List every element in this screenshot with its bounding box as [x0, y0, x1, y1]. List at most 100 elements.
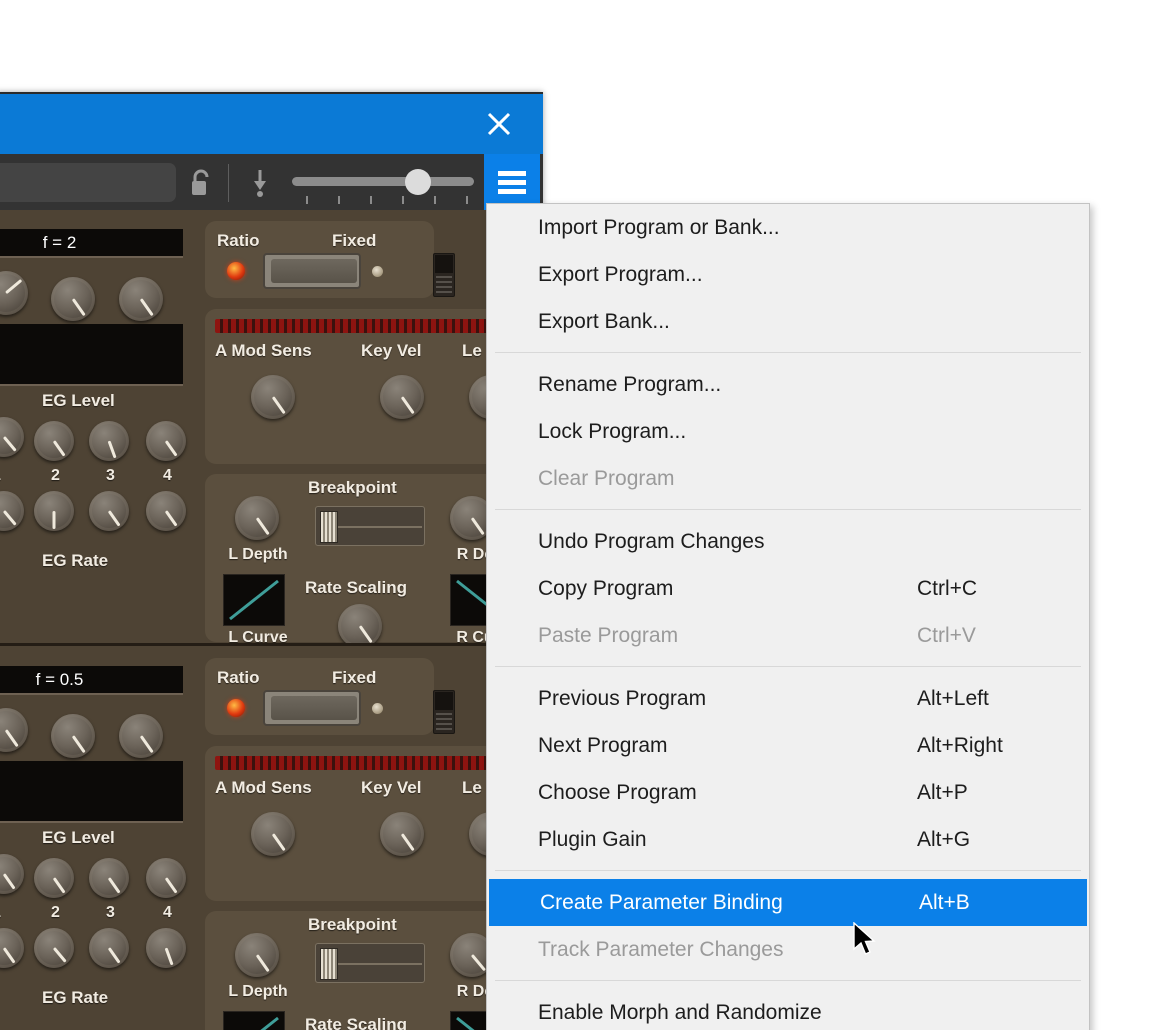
- knob[interactable]: [146, 858, 186, 898]
- menu-item-shortcut: Alt+Left: [917, 686, 989, 710]
- fixed-label: Fixed: [332, 231, 377, 250]
- eg-stage-number: 1: [0, 904, 1, 922]
- eg-envelope-graph: 0: [0, 324, 183, 386]
- knob[interactable]: [380, 375, 424, 419]
- knob[interactable]: [89, 421, 129, 461]
- knob[interactable]: [146, 491, 186, 531]
- knob[interactable]: [119, 714, 163, 758]
- arrow-down-to-dot-icon[interactable]: [246, 168, 274, 198]
- knob[interactable]: [251, 812, 295, 856]
- menu-item-label: Enable Morph and Randomize: [538, 1000, 822, 1024]
- breakpoint-slider[interactable]: [315, 506, 425, 546]
- menu-item-create-parameter-binding[interactable]: Create Parameter Binding Alt+B: [489, 879, 1087, 926]
- knob[interactable]: [51, 714, 95, 758]
- knob[interactable]: [146, 928, 186, 968]
- menu-separator: [495, 666, 1081, 667]
- menu-separator: [495, 509, 1081, 510]
- menu-item-label: Choose Program: [538, 780, 697, 804]
- menu-item-export-bank[interactable]: Export Bank...: [487, 298, 1089, 345]
- toolbar-divider: [228, 164, 229, 202]
- menu-item-label: Export Program...: [538, 262, 703, 286]
- menu-item-enable-morph-and-randomize[interactable]: Enable Morph and Randomize: [487, 989, 1089, 1030]
- synth-editor: f = 2 une Coarse Fine Ratio Fixed A: [0, 210, 543, 1030]
- menu-item-undo-program-changes[interactable]: Undo Program Changes: [487, 518, 1089, 565]
- ratio-fixed-section: Ratio Fixed: [205, 658, 434, 735]
- eg-stage-number: 4: [163, 467, 172, 484]
- menu-item-label: Clear Program: [538, 466, 675, 490]
- knob-label-a-mod-sens: A Mod Sens: [215, 341, 312, 360]
- menu-item-rename-program[interactable]: Rename Program...: [487, 361, 1089, 408]
- frequency-readout: f = 2: [0, 229, 183, 258]
- menu-item-label: Undo Program Changes: [538, 529, 765, 553]
- menu-item-label: Export Bank...: [538, 309, 670, 333]
- eg-envelope-graph: 55: [0, 761, 183, 823]
- eg-stage-number: 2: [51, 904, 60, 921]
- menu-item-copy-program[interactable]: Copy Program Ctrl+C: [487, 565, 1089, 612]
- knob[interactable]: [251, 375, 295, 419]
- knob[interactable]: [34, 858, 74, 898]
- close-icon[interactable]: [479, 104, 519, 144]
- eg-level-label: EG Level: [42, 391, 115, 410]
- eg-stage-number: 3: [106, 467, 115, 484]
- eg-stage-number: 1: [0, 467, 1, 485]
- fixed-led-off: [372, 266, 383, 277]
- knob[interactable]: [34, 491, 74, 531]
- knob[interactable]: [0, 854, 24, 894]
- gain-slider-thumb[interactable]: [405, 169, 431, 195]
- level-led-strip: [215, 319, 525, 333]
- rate-scaling-label: Rate Scaling: [305, 578, 408, 597]
- menu-item-label: Lock Program...: [538, 419, 687, 443]
- gain-slider-ticks: [292, 196, 474, 204]
- eg-stage-number: 4: [163, 904, 172, 921]
- knob-label-l-depth: L Depth: [228, 983, 288, 1000]
- knob[interactable]: [51, 277, 95, 321]
- operator-level-fader[interactable]: [433, 253, 455, 297]
- menu-item-plugin-gain[interactable]: Plugin Gain Alt+G: [487, 816, 1089, 863]
- menu-item-choose-program[interactable]: Choose Program Alt+P: [487, 769, 1089, 816]
- knob[interactable]: [34, 421, 74, 461]
- unlock-icon[interactable]: [188, 168, 214, 198]
- eg-rate-label: EG Rate: [42, 988, 109, 1007]
- knob[interactable]: [0, 928, 24, 968]
- hamburger-icon[interactable]: [484, 154, 540, 210]
- knob[interactable]: [119, 277, 163, 321]
- program-name-input[interactable]: [0, 163, 176, 202]
- knob[interactable]: [235, 933, 279, 977]
- menu-item-clear-program: Clear Program: [487, 455, 1089, 502]
- knob[interactable]: [0, 271, 28, 315]
- breakpoint-label: Breakpoint: [308, 915, 397, 934]
- knob[interactable]: [0, 417, 24, 457]
- menu-item-label: Track Parameter Changes: [538, 937, 784, 961]
- menu-item-next-program[interactable]: Next Program Alt+Right: [487, 722, 1089, 769]
- breakpoint-slider[interactable]: [315, 943, 425, 983]
- gain-slider[interactable]: [292, 164, 474, 204]
- menu-item-export-program[interactable]: Export Program...: [487, 251, 1089, 298]
- menu-item-import-program-or-bank[interactable]: Import Program or Bank...: [487, 204, 1089, 251]
- knob[interactable]: [0, 491, 24, 531]
- knob[interactable]: [338, 604, 382, 648]
- menu-item-label: Create Parameter Binding: [540, 890, 783, 914]
- knob[interactable]: [235, 496, 279, 540]
- knob[interactable]: [380, 812, 424, 856]
- frequency-readout: f = 0.5: [0, 666, 183, 695]
- ratio-fixed-switch[interactable]: [263, 253, 361, 289]
- menu-item-shortcut: Alt+Right: [917, 733, 1003, 757]
- ratio-fixed-section: Ratio Fixed: [205, 221, 434, 298]
- operator-level-fader[interactable]: [433, 690, 455, 734]
- ratio-fixed-switch[interactable]: [263, 690, 361, 726]
- knob-label-level: Le: [462, 778, 482, 797]
- knob[interactable]: [0, 708, 28, 752]
- menu-item-lock-program[interactable]: Lock Program...: [487, 408, 1089, 455]
- knob[interactable]: [89, 491, 129, 531]
- knob[interactable]: [34, 928, 74, 968]
- knob[interactable]: [146, 421, 186, 461]
- plugin-toolbar: [0, 154, 543, 210]
- window-titlebar: [0, 94, 543, 154]
- program-context-menu: Import Program or Bank... Export Program.…: [486, 203, 1090, 1030]
- rate-scaling-label: Rate Scaling: [305, 1015, 408, 1030]
- ratio-led-on: [227, 262, 245, 280]
- gain-slider-track: [292, 177, 474, 186]
- menu-item-previous-program[interactable]: Previous Program Alt+Left: [487, 675, 1089, 722]
- knob[interactable]: [89, 928, 129, 968]
- knob[interactable]: [89, 858, 129, 898]
